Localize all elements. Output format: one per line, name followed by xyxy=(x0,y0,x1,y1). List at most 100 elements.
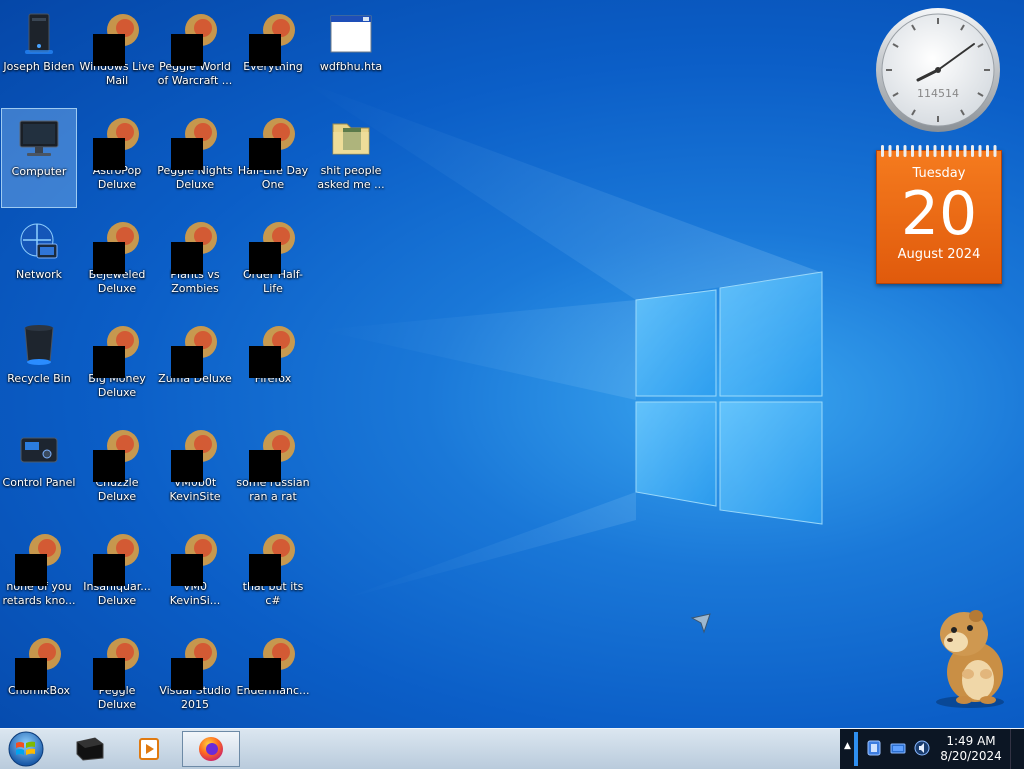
mouse-cursor xyxy=(690,613,711,634)
desktop-icon[interactable]: some russian ran a rat xyxy=(235,420,311,520)
censored-app-icon xyxy=(15,530,63,586)
censored-app-icon xyxy=(15,634,63,690)
calendar-ring xyxy=(956,145,959,157)
taskbar-empty-area[interactable] xyxy=(242,731,840,767)
desktop-icon[interactable]: Half-Life Day One xyxy=(235,108,311,208)
network-icon[interactable] xyxy=(890,740,906,756)
censor-box xyxy=(249,346,281,378)
censor-box xyxy=(171,138,203,170)
tray-separator xyxy=(854,732,858,766)
desktop-icon-grid: Joseph Biden Computer Network Recycle Bin Co… xyxy=(0,0,400,728)
censored-app-icon xyxy=(171,114,219,170)
desktop-icon[interactable]: VM0b0t KevinSite xyxy=(157,420,233,520)
censored-app-icon xyxy=(93,218,141,274)
clock-brand-text: 114514 xyxy=(917,87,959,100)
censored-app-icon xyxy=(171,426,219,482)
start-button[interactable] xyxy=(4,730,48,768)
desktop-icon-label: Joseph Biden xyxy=(3,60,75,73)
desktop-icon[interactable]: AstroPop Deluxe xyxy=(79,108,155,208)
desktop-icon[interactable]: Network xyxy=(1,212,77,312)
desktop-icon[interactable]: shit people asked me ... xyxy=(313,108,389,208)
censor-box xyxy=(15,554,47,586)
desktop-icon[interactable]: Endermanc... xyxy=(235,628,311,728)
censor-box xyxy=(93,450,125,482)
system-tray: ▲ 1:49 AM 8/20/2024 xyxy=(840,729,1024,769)
calendar-rings xyxy=(881,145,997,157)
taskbar-media-player-button[interactable] xyxy=(120,731,178,767)
calendar-ring xyxy=(971,145,974,157)
desktop-icon[interactable]: Order Half-Life xyxy=(235,212,311,312)
desktop-icon[interactable]: VM0 KevinSi... xyxy=(157,524,233,624)
tray-clock[interactable]: 1:49 AM 8/20/2024 xyxy=(932,734,1010,764)
hta-window-icon xyxy=(327,10,375,58)
firefox-icon xyxy=(199,737,223,761)
censor-box xyxy=(171,658,203,690)
calendar-ring xyxy=(903,145,907,157)
network-globe-icon xyxy=(15,218,63,266)
desktop-icon[interactable]: Zuma Deluxe xyxy=(157,316,233,416)
censor-box xyxy=(171,450,203,482)
shield-icon[interactable] xyxy=(866,740,882,756)
censor-box xyxy=(171,346,203,378)
desktop-icon-label: Control Panel xyxy=(2,476,76,489)
calendar-ring xyxy=(978,145,982,157)
desktop-icon[interactable]: wdfbhu.hta xyxy=(313,4,389,104)
taskbar-firefox-button[interactable] xyxy=(182,731,240,767)
clock-gadget[interactable]: 114514 xyxy=(874,6,1002,134)
censored-app-icon xyxy=(249,634,297,690)
censored-app-icon xyxy=(93,426,141,482)
desktop-icon[interactable]: Visual Studio 2015 xyxy=(157,628,233,728)
censor-box xyxy=(249,34,281,66)
censored-app-icon xyxy=(249,10,297,66)
censored-app-icon xyxy=(93,634,141,690)
calendar-ring xyxy=(888,145,892,157)
desktop-icon[interactable]: Firefox xyxy=(235,316,311,416)
desktop-icon[interactable]: Joseph Biden xyxy=(1,4,77,104)
censor-box xyxy=(93,554,125,586)
calendar-ring xyxy=(948,145,952,157)
desktop-icon[interactable]: Computer xyxy=(1,108,77,208)
censored-app-icon xyxy=(93,114,141,170)
desktop-icon-label: Network xyxy=(16,268,62,281)
monitor-icon xyxy=(15,115,63,163)
censor-box xyxy=(249,450,281,482)
desktop-icon[interactable]: none of you retards kno... xyxy=(1,524,77,624)
desktop-icon[interactable]: Plants vs Zombies xyxy=(157,212,233,312)
desktop-icon[interactable]: ChomikBox xyxy=(1,628,77,728)
tray-expand-icon[interactable]: ▲ xyxy=(844,741,851,751)
hamster-desktop-pet[interactable] xyxy=(920,600,1020,710)
censored-app-icon xyxy=(93,322,141,378)
censor-box xyxy=(249,554,281,586)
desktop-icon[interactable]: Recycle Bin xyxy=(1,316,77,416)
computer-tower-icon xyxy=(15,10,63,58)
desktop-icon[interactable]: Control Panel xyxy=(1,420,77,520)
calendar-ring xyxy=(963,145,967,157)
censored-app-icon xyxy=(249,322,297,378)
recycle-bin-icon xyxy=(15,322,63,370)
censored-app-icon xyxy=(171,10,219,66)
censor-box xyxy=(249,138,281,170)
desktop-icon[interactable]: Peggle Deluxe xyxy=(79,628,155,728)
taskbar-terminal-button[interactable] xyxy=(60,731,118,767)
censor-box xyxy=(93,658,125,690)
censor-box xyxy=(171,34,203,66)
censored-app-icon xyxy=(249,218,297,274)
calendar-ring xyxy=(986,145,989,157)
calendar-gadget[interactable]: Tuesday 20 August 2024 xyxy=(876,145,1002,284)
taskbar: ▲ 1:49 AM 8/20/2024 xyxy=(0,728,1024,769)
desktop-icon[interactable]: Bejeweled Deluxe xyxy=(79,212,155,312)
censored-app-icon xyxy=(93,530,141,586)
desktop-icon[interactable]: Chuzzle Deluxe xyxy=(79,420,155,520)
desktop-icon[interactable]: that but its c# xyxy=(235,524,311,624)
desktop-icon[interactable]: Peggle World of Warcraft ... xyxy=(157,4,233,104)
show-desktop-button[interactable] xyxy=(1010,729,1024,769)
desktop-icon[interactable]: Peggle Nights Deluxe xyxy=(157,108,233,208)
desktop-icon[interactable]: Windows Live Mail xyxy=(79,4,155,104)
desktop-icon[interactable]: Big Money Deluxe xyxy=(79,316,155,416)
media-player-icon xyxy=(139,738,159,760)
volume-icon[interactable] xyxy=(914,740,930,756)
desktop-icon[interactable]: Everything xyxy=(235,4,311,104)
desktop-icon[interactable]: Insaniquar... Deluxe xyxy=(79,524,155,624)
calendar-month-year: August 2024 xyxy=(897,247,981,262)
censored-app-icon xyxy=(171,218,219,274)
